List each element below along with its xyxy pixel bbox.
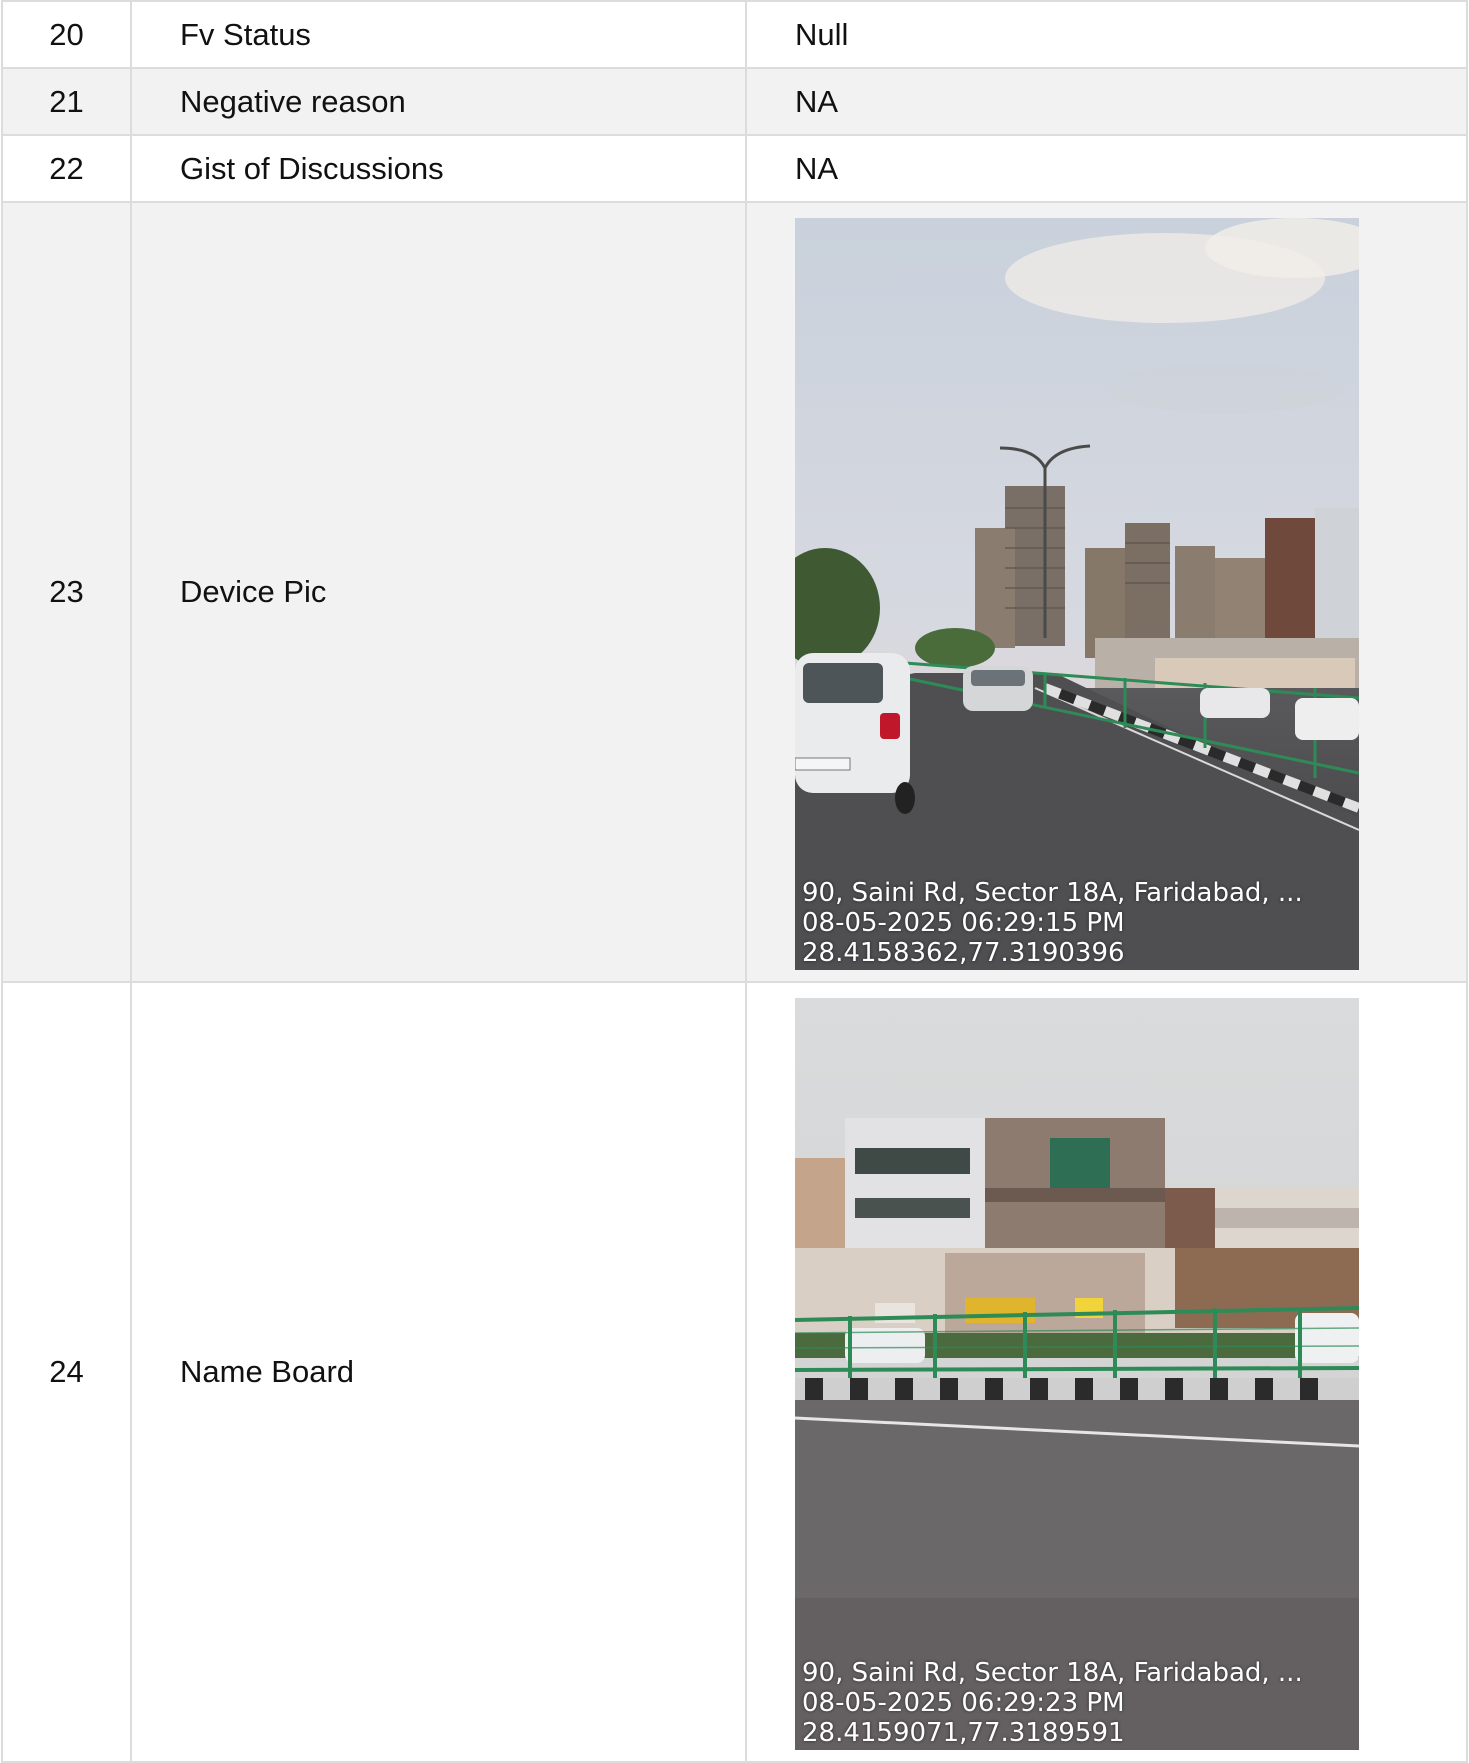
row-value: NA: [745, 67, 1468, 136]
photo-geotag-stamp: 90, Saini Rd, Sector 18A, Faridabad, ...…: [802, 878, 1303, 968]
row-label: Negative reason: [130, 67, 747, 136]
building-photo-image: [795, 998, 1359, 1750]
row-number: 24: [1, 981, 132, 1763]
photo-geotag-stamp: 90, Saini Rd, Sector 18A, Faridabad, ...…: [802, 1658, 1303, 1748]
row-number: 21: [1, 67, 132, 136]
row-number: 22: [1, 134, 132, 203]
row-number: 23: [1, 201, 132, 983]
street-photo-image: [795, 218, 1359, 970]
row-value: Null: [745, 0, 1468, 69]
photo-datetime: 08-05-2025 06:29:23 PM: [802, 1688, 1125, 1718]
photo-address: 90, Saini Rd, Sector 18A, Faridabad, ...: [802, 1658, 1303, 1688]
table-row: 24 Name Board 90, Saini Rd, Sector 18A, …: [1, 981, 1468, 1763]
row-label: Name Board: [130, 981, 747, 1763]
fv-report-table: 20 Fv Status Null 21 Negative reason NA …: [1, 0, 1468, 1763]
photo-coordinates: 28.4158362,77.3190396: [802, 938, 1125, 968]
row-label: Gist of Discussions: [130, 134, 747, 203]
table-row: 23 Device Pic 90, Saini Rd, Sector 18A, …: [1, 201, 1468, 983]
table-row: 21 Negative reason NA: [1, 67, 1468, 136]
row-label: Fv Status: [130, 0, 747, 69]
table-row: 22 Gist of Discussions NA: [1, 134, 1468, 203]
photo-datetime: 08-05-2025 06:29:15 PM: [802, 908, 1125, 938]
row-value: NA: [745, 134, 1468, 203]
row-label: Device Pic: [130, 201, 747, 983]
row-value: 90, Saini Rd, Sector 18A, Faridabad, ...…: [745, 981, 1468, 1763]
photo-address: 90, Saini Rd, Sector 18A, Faridabad, ...: [802, 878, 1303, 908]
photo-coordinates: 28.4159071,77.3189591: [802, 1718, 1125, 1748]
row-value: 90, Saini Rd, Sector 18A, Faridabad, ...…: [745, 201, 1468, 983]
table-row: 20 Fv Status Null: [1, 0, 1468, 69]
device-photo[interactable]: 90, Saini Rd, Sector 18A, Faridabad, ...…: [795, 218, 1359, 970]
row-number: 20: [1, 0, 132, 69]
name-board-photo[interactable]: 90, Saini Rd, Sector 18A, Faridabad, ...…: [795, 998, 1359, 1750]
